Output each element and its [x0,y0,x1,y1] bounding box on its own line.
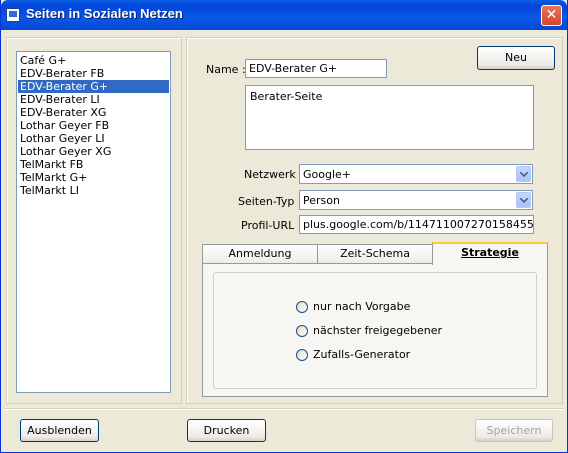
name-label: Name : [206,63,246,76]
profile-url-label: Profil-URL : [241,219,302,232]
radio-label-zufalls-generator: Zufalls-Generator [313,348,411,361]
tab-zeit-schema[interactable]: Zeit-Schema [317,244,433,264]
print-button[interactable]: Drucken [187,419,266,442]
list-item[interactable]: Lothar Geyer LI [18,132,169,145]
new-button[interactable]: Neu [477,46,555,70]
app-icon [6,8,20,22]
tab-anmeldung[interactable]: Anmeldung [202,244,318,264]
name-field[interactable]: EDV-Berater G+ [245,59,387,78]
list-item[interactable]: EDV-Berater FB [18,67,169,80]
radio-naechster-freigegebener[interactable] [296,325,308,337]
title-bar[interactable]: Seiten in Sozialen Netzen ✕ [1,0,567,30]
list-item[interactable]: TelMarkt G+ [18,171,169,184]
list-item[interactable]: EDV-Berater LI [18,93,169,106]
strategy-group: nur nach Vorgabe nächster freigegebener … [213,272,537,389]
description-textarea[interactable]: Berater-Seite [245,85,534,150]
profile-url-field[interactable]: plus.google.com/b/114711007270158455827/ [299,215,534,234]
radio-label-naechster-freigegebener: nächster freigegebener [313,324,443,337]
footer-divider [5,408,563,410]
network-dropdown[interactable]: Google+ [299,164,533,184]
chevron-down-icon[interactable] [516,192,531,208]
radio-nur-nach-vorgabe[interactable] [296,301,308,313]
network-value: Google+ [303,168,352,181]
tab-strategie-label: Strategie [461,246,519,259]
strategy-tab-pane: nur nach Vorgabe nächster freigegebener … [202,263,548,397]
radio-zufalls-generator[interactable] [296,349,308,361]
hide-button[interactable]: Ausblenden [20,419,99,442]
list-item[interactable]: TelMarkt LI [18,184,169,197]
page-type-value: Person [303,194,340,207]
tab-strategie[interactable]: Strategie [432,242,548,265]
list-item[interactable]: Lothar Geyer XG [18,145,169,158]
list-item[interactable]: EDV-Berater G+ [18,80,169,93]
pages-listbox[interactable]: Café G+ EDV-Berater FB EDV-Berater G+ EDV-B… [16,51,171,393]
dialog-window: Seiten in Sozialen Netzen ✕ Café G+ EDV-B… [0,0,568,453]
list-item[interactable]: Lothar Geyer FB [18,119,169,132]
list-item[interactable]: EDV-Berater XG [18,106,169,119]
save-button[interactable]: Speichern [475,419,553,442]
chevron-down-icon[interactable] [516,166,531,182]
window-title: Seiten in Sozialen Netzen [26,6,183,21]
network-label: Netzwerk : [244,168,303,181]
list-item[interactable]: TelMarkt FB [18,158,169,171]
close-button[interactable]: ✕ [541,5,562,26]
page-type-dropdown[interactable]: Person [299,190,533,210]
page-type-label: Seiten-Typ : [238,195,302,208]
list-item[interactable]: Café G+ [18,54,169,67]
radio-label-nur-nach-vorgabe: nur nach Vorgabe [313,300,411,313]
